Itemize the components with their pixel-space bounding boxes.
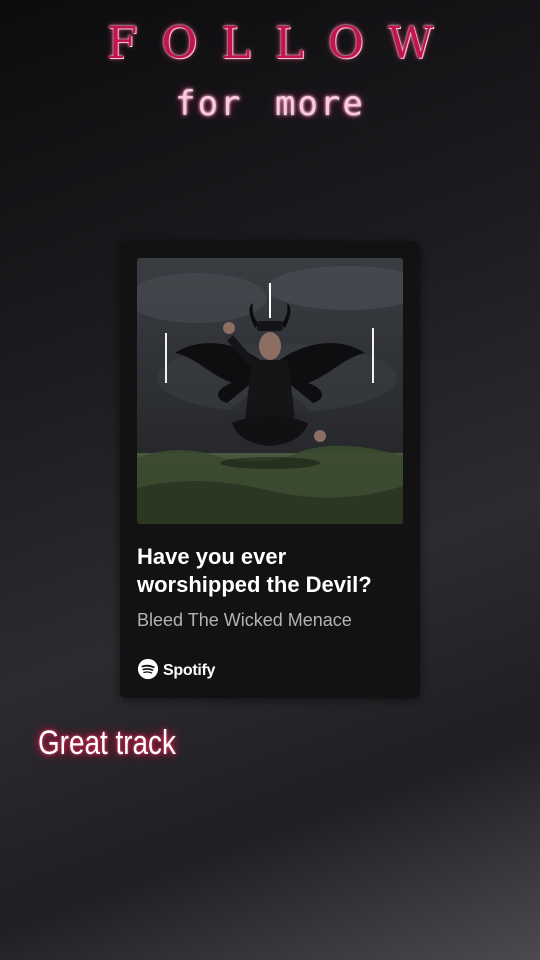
spotify-wordmark: Spotify bbox=[163, 662, 216, 679]
caption-text: Great track bbox=[38, 724, 176, 762]
album-art-image bbox=[137, 258, 403, 524]
album-artwork[interactable] bbox=[137, 258, 403, 524]
follow-title: FOLLOW bbox=[106, 18, 458, 69]
artist-name[interactable]: Bleed The Wicked Menace bbox=[137, 610, 352, 631]
spotify-track-card[interactable]: Have you ever worshipped the Devil? Blee… bbox=[120, 241, 420, 698]
spotify-brand[interactable]: Spotify bbox=[137, 658, 215, 684]
follow-subtitle: for more bbox=[175, 84, 365, 124]
track-title[interactable]: Have you ever worshipped the Devil? bbox=[137, 543, 407, 599]
spotify-logo-icon bbox=[137, 658, 159, 684]
